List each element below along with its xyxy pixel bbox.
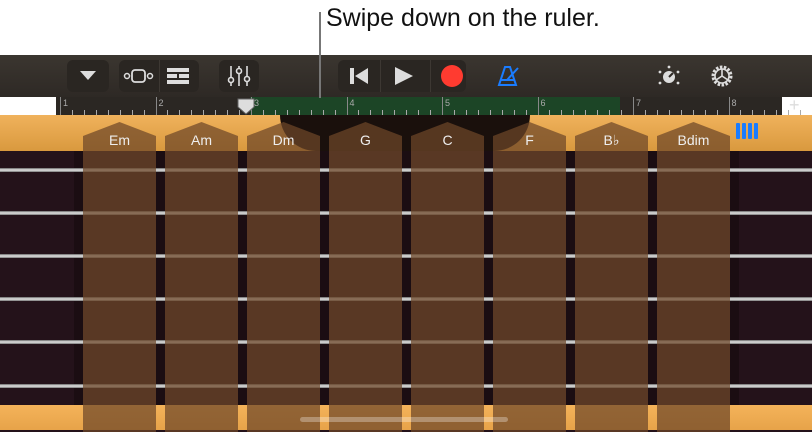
chord-label: G: [360, 132, 371, 148]
home-indicator[interactable]: [300, 417, 508, 422]
record-button[interactable]: [441, 65, 463, 92]
play-icon: [395, 67, 413, 85]
chord-label: Em: [109, 132, 130, 148]
ruler-bar-number: 4: [349, 98, 355, 108]
settings-button[interactable]: [709, 63, 735, 94]
fret: [238, 151, 247, 405]
record-icon: [441, 65, 463, 87]
ruler-bar-line: [442, 97, 443, 115]
ruler-bar-number: 7: [636, 98, 642, 108]
control-bar: [0, 55, 812, 97]
chord-strip[interactable]: Bdim: [657, 122, 730, 432]
fret: [320, 151, 329, 405]
skip-back-icon: [350, 68, 368, 84]
fret: [156, 151, 165, 405]
triangle-down-icon: [80, 71, 96, 80]
chord-strip-mode-button[interactable]: [736, 123, 758, 139]
chord-strip[interactable]: Dm: [247, 122, 320, 432]
chord-strip[interactable]: C: [411, 122, 484, 432]
ruler-bar-line: [537, 97, 539, 115]
view-buttons: [119, 60, 199, 92]
chord-label: F: [525, 132, 534, 148]
chord-strip[interactable]: G: [329, 122, 402, 432]
tracks-button[interactable]: [167, 67, 191, 90]
chord-strip[interactable]: Em: [83, 122, 156, 432]
callout-text: Swipe down on the ruler.: [326, 4, 600, 32]
chord-label: Am: [191, 132, 212, 148]
ruler-bar-number: 6: [540, 98, 546, 108]
chord-label: Bdim: [677, 132, 710, 148]
fretboard: Em Am Dm G C F B♭ Bdim: [0, 115, 812, 432]
chord-strip[interactable]: B♭: [575, 122, 648, 432]
fret: [74, 151, 83, 405]
ruler-bar-number: 8: [731, 98, 737, 108]
chord-strip[interactable]: F: [493, 122, 566, 432]
ruler-bar-number: 5: [445, 98, 451, 108]
playhead-icon[interactable]: [237, 98, 255, 115]
chord-label: C: [442, 132, 453, 148]
chord-label: B♭: [603, 132, 620, 148]
chord-strips-icon: [123, 69, 154, 83]
ruler-bar-line: [633, 97, 634, 115]
bar-icon: [754, 123, 758, 139]
play-button[interactable]: [394, 67, 414, 90]
navigation-button[interactable]: [67, 60, 109, 92]
ruler-bar-line: [728, 97, 730, 115]
tracks-icon: [167, 68, 189, 84]
ruler-bar-number: 2: [158, 98, 164, 108]
metronome-button[interactable]: [496, 65, 520, 92]
ruler[interactable]: 12345678: [56, 97, 802, 115]
ruler-bar-line: [60, 97, 61, 115]
tracks-view-button[interactable]: [123, 66, 155, 91]
bar-icon: [736, 123, 740, 139]
knob-icon: [658, 65, 680, 85]
chord-label: Dm: [272, 132, 295, 148]
bar-icon: [742, 123, 746, 139]
fret: [484, 151, 493, 405]
ruler-bar-line: [346, 97, 348, 115]
bar-icon: [748, 123, 752, 139]
fret: [730, 151, 739, 405]
fret: [566, 151, 575, 405]
ruler-bar-line: [155, 97, 157, 115]
callout-line: [319, 12, 321, 98]
transport-controls: [338, 60, 466, 92]
add-section-button[interactable]: +: [789, 95, 800, 116]
fret: [402, 151, 411, 405]
go-to-beginning-button[interactable]: [348, 67, 370, 90]
cycle-region[interactable]: [250, 97, 620, 115]
ruler-bar-number: 1: [63, 98, 69, 108]
mixer-button[interactable]: [219, 60, 259, 92]
chord-strip[interactable]: Am: [165, 122, 238, 432]
master-effects-button[interactable]: [656, 64, 682, 93]
gear-icon: [711, 65, 733, 87]
fret: [648, 151, 657, 405]
metronome-icon: [497, 66, 519, 86]
mixer-icon: [227, 66, 251, 86]
